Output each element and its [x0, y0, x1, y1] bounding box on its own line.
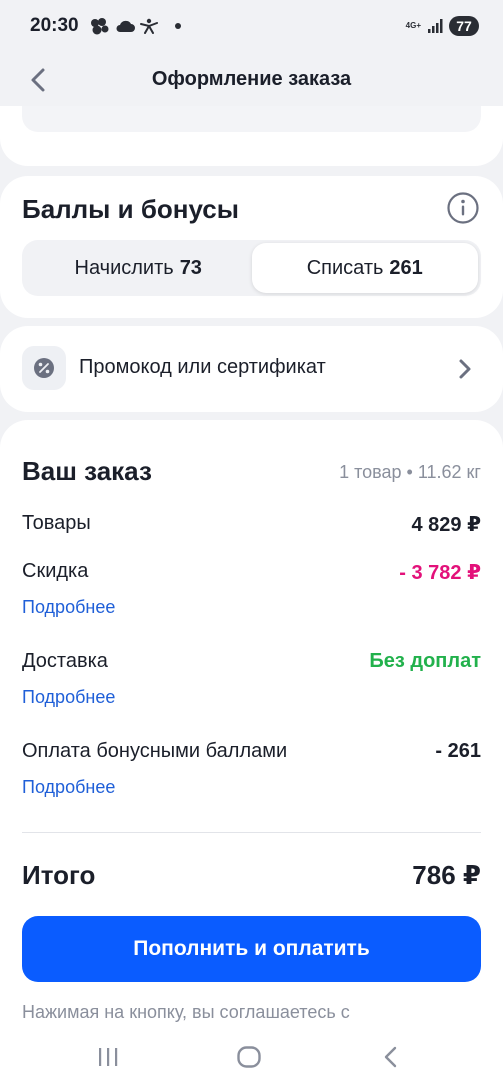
terms-text: Нажимая на кнопку, вы соглашаетесь с: [22, 1002, 350, 1022]
discount-details-link[interactable]: Подробнее: [22, 597, 115, 618]
discount-value: - 3 782 ₽: [399, 562, 481, 584]
previous-section-field: [22, 106, 481, 132]
status-bar: 20:30 4G+ 77: [0, 0, 503, 52]
status-notification-icons: [89, 17, 185, 35]
chevron-right-icon: [459, 359, 471, 379]
back-button[interactable]: [22, 64, 54, 96]
system-back-button[interactable]: [374, 1042, 408, 1072]
recent-apps-button[interactable]: [91, 1042, 125, 1072]
header: Оформление заказа: [0, 52, 503, 106]
goods-label: Товары: [22, 512, 91, 534]
tab-redeem-value: 261: [389, 256, 423, 279]
goods-value: 4 829 ₽: [411, 514, 481, 536]
pay-button[interactable]: Пополнить и оплатить: [22, 916, 481, 982]
weather-cloud-icon: [90, 18, 109, 35]
bonus-payment-value: - 261: [435, 740, 481, 762]
home-button[interactable]: [232, 1042, 266, 1072]
bonus-payment-label: Оплата бонусными баллами: [22, 740, 288, 762]
page-title: Оформление заказа: [151, 67, 352, 90]
home-icon: [237, 1046, 261, 1068]
promo-label: Промокод или сертификат: [79, 356, 326, 378]
order-title: Ваш заказ: [22, 456, 152, 486]
promo-card[interactable]: Промокод или сертификат: [0, 326, 503, 412]
status-right: 4G+ 77: [406, 16, 479, 36]
delivery-label: Доставка: [22, 650, 108, 672]
tab-accrue[interactable]: Начислить 73: [25, 243, 252, 293]
system-nav-bar: [0, 1028, 503, 1090]
tab-redeem-label: Списать: [306, 256, 384, 279]
battery-indicator: 77: [449, 16, 479, 36]
bonus-segmented-control: Начислить 73 Списать 261: [22, 240, 481, 296]
signal-icon: [428, 19, 443, 33]
network-type: 4G+: [405, 21, 421, 30]
order-meta: 1 товар • 11.62 кг: [339, 462, 481, 482]
back-icon: [384, 1046, 397, 1068]
info-icon[interactable]: [446, 191, 480, 225]
chevron-left-icon: [31, 68, 45, 92]
percent-icon: [34, 358, 54, 378]
page: 20:30 4G+ 77 Оформление заказа Баллы и б…: [0, 0, 503, 1090]
divider: [22, 832, 481, 833]
delivery-value: Без доплат: [369, 650, 481, 672]
tab-accrue-label: Начислить: [74, 256, 174, 279]
discount-label: Скидка: [22, 560, 89, 582]
cloud-icon: [116, 20, 135, 32]
dot-icon: [174, 23, 181, 29]
figure-icon: [139, 18, 158, 34]
promo-icon-box: [22, 346, 66, 390]
tab-redeem[interactable]: Списать 261: [251, 243, 478, 293]
order-card: Ваш заказ 1 товар • 11.62 кг Товары 4 82…: [0, 420, 503, 1090]
delivery-details-link[interactable]: Подробнее: [22, 687, 115, 708]
bonus-card: Баллы и бонусы Начислить 73 Списать 261: [0, 176, 503, 318]
bonus-title: Баллы и бонусы: [22, 194, 239, 224]
status-time: 20:30: [30, 15, 79, 36]
total-value: 786 ₽: [412, 860, 481, 890]
bonus-payment-details-link[interactable]: Подробнее: [22, 777, 115, 798]
tab-accrue-value: 73: [179, 256, 202, 279]
recent-apps-icon: [99, 1048, 118, 1066]
previous-section-card: [0, 106, 503, 166]
total-label: Итого: [22, 860, 96, 890]
